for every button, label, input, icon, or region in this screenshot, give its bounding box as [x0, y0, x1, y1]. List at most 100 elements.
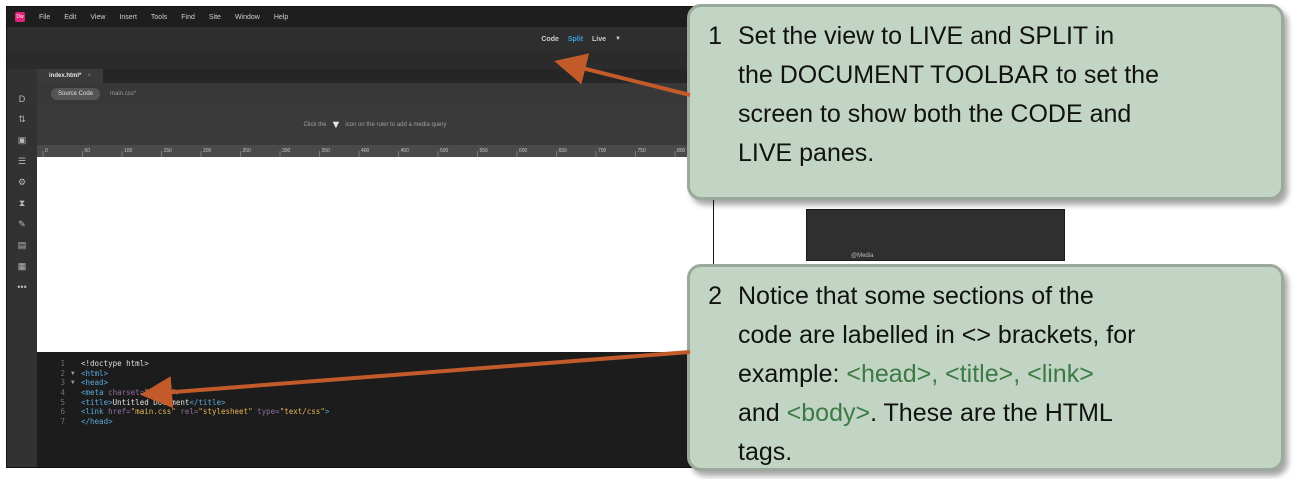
menu-file[interactable]: File — [39, 14, 50, 21]
main-css-link[interactable]: main.css* — [110, 91, 136, 97]
code-token: <link — [81, 407, 109, 417]
app-logo-icon: Dw — [15, 12, 25, 22]
tool-settings-icon[interactable]: ⚙ — [18, 177, 26, 188]
line-number: 7 — [60, 416, 65, 426]
menu-help[interactable]: Help — [274, 14, 288, 21]
code-token: <head> — [81, 378, 109, 388]
code-line[interactable]: 1 <!doctype html> — [37, 359, 713, 369]
body-tag-example: <body> — [786, 399, 871, 427]
step-line: screen to show both the CODE and — [738, 100, 1132, 128]
step-line: tags. — [738, 438, 793, 466]
menu-tools[interactable]: Tools — [151, 14, 167, 21]
menu-window[interactable]: Window — [235, 14, 260, 21]
ruler-tick-label: 350 — [322, 148, 331, 154]
line-number: 5 — [60, 397, 65, 407]
code-token: </head> — [81, 416, 113, 426]
ruler-tick-label: 300 — [282, 148, 291, 154]
tool-panel-icon[interactable]: ▤ — [18, 240, 27, 251]
media-query-hint-suffix: icon on the ruler to add a media query — [345, 122, 447, 128]
menu-site[interactable]: Site — [209, 14, 221, 21]
code-token: <!doctype html> — [81, 359, 149, 369]
code-text: <!doctype html> — [81, 359, 149, 368]
code-line[interactable]: 6 <link href="main.css" rel="stylesheet" … — [37, 407, 713, 417]
ruler-tick-label: 650 — [559, 148, 568, 154]
related-files-bar: Source Code main.css* — [37, 83, 713, 105]
more-tools-icon[interactable]: ••• — [17, 282, 26, 292]
menu-view[interactable]: View — [90, 14, 105, 21]
ruler-tick-label: 0 — [45, 148, 48, 154]
ruler-tick-label: 700 — [598, 148, 607, 154]
menu-insert[interactable]: Insert — [119, 14, 137, 21]
line-number: 4 — [60, 388, 65, 398]
code-view-button[interactable]: Code — [541, 36, 559, 43]
ruler-tick-label: 200 — [203, 148, 212, 154]
dreamweaver-window: Dw File Edit View Insert Tools Find Site… — [6, 6, 714, 468]
code-line[interactable]: 2 ▼ <html> — [37, 369, 713, 379]
callout-step-2: 2 Notice that some sections of the code … — [687, 264, 1284, 471]
tool-edit-icon[interactable]: ✎ — [18, 219, 26, 230]
step-text: Set the view to LIVE and SPLIT in the DO… — [738, 17, 1281, 197]
code-token: <html> — [81, 368, 109, 378]
line-number: 1 — [60, 359, 65, 369]
tool-files-icon[interactable]: D — [19, 94, 26, 104]
ruler-tick-label: 750 — [638, 148, 647, 154]
code-token: Untitled Document — [112, 397, 190, 407]
media-query-hint-prefix: Click the — [303, 122, 327, 128]
callout-step-1: 1 Set the view to LIVE and SPLIT in the … — [687, 4, 1284, 200]
ruler-tick-label: 600 — [519, 148, 528, 154]
code-token: "text/css" — [279, 407, 325, 417]
step-text-plain: . These are the HTML — [870, 399, 1113, 427]
ruler-tick-label: 400 — [361, 148, 370, 154]
code-text: </head> — [81, 417, 113, 426]
ruler-tick-label: 500 — [440, 148, 449, 154]
code-token: "utf-8" — [144, 388, 176, 398]
code-line[interactable]: 5 <title>Untitled Document</title> — [37, 397, 713, 407]
tool-format-icon[interactable]: ☰ — [18, 156, 26, 167]
live-view-button[interactable]: Live — [592, 36, 606, 43]
code-token: > — [324, 407, 330, 417]
tool-assets-icon[interactable]: ▣ — [18, 135, 27, 146]
code-view-pane[interactable]: 1 <!doctype html> 2 ▼ <html> 3 ▼ <head> 4 <meta c… — [37, 352, 713, 467]
code-token: "main.css" — [130, 407, 181, 417]
line-number: 6 — [60, 407, 65, 417]
menu-find[interactable]: Find — [181, 14, 195, 21]
step-line: the DOCUMENT TOOLBAR to set the — [738, 61, 1159, 89]
code-line[interactable]: 3 ▼ <head> — [37, 378, 713, 388]
line-number: 3 — [60, 378, 65, 388]
step-number: 2 — [708, 282, 722, 310]
ruler-tick-label: 450 — [401, 148, 410, 154]
step-text-plain: example: — [738, 360, 847, 388]
fold-toggle-icon[interactable]: ▼ — [71, 370, 81, 377]
split-view-button[interactable]: Split — [568, 36, 583, 43]
ruler-tick-label: 150 — [164, 148, 173, 154]
tab-index-html[interactable]: index.html* × — [37, 69, 103, 83]
tool-sort-icon[interactable]: ⇅ — [18, 114, 26, 125]
css-designer-panel: @Media — [806, 209, 1065, 261]
code-token: type= — [257, 407, 280, 417]
step-line: Notice that some sections of the — [738, 282, 1094, 310]
media-query-marker-icon: ▼ — [330, 119, 342, 131]
step-line: LIVE panes. — [738, 139, 875, 167]
media-panel-label: @Media — [851, 253, 874, 259]
code-token: </title> — [189, 397, 226, 407]
source-code-button[interactable]: Source Code — [51, 88, 101, 100]
live-dropdown-caret-icon[interactable]: ▼ — [615, 36, 621, 42]
code-line[interactable]: 7 </head> — [37, 417, 713, 427]
live-view-pane[interactable] — [37, 157, 713, 352]
menu-edit[interactable]: Edit — [64, 14, 76, 21]
ruler-tick-label: 550 — [480, 148, 489, 154]
step-number: 1 — [708, 22, 722, 50]
code-line[interactable]: 4 <meta charset="utf-8"> — [37, 388, 713, 398]
close-tab-icon[interactable]: × — [87, 73, 91, 79]
document-toolbar: Code Split Live ▼ — [7, 27, 713, 51]
code-token: "stylesheet" — [198, 407, 258, 417]
tool-snippets-icon[interactable]: ▦ — [18, 261, 27, 272]
tool-filter-icon[interactable]: ⧗ — [19, 198, 25, 209]
media-query-bar: Click the ▼ icon on the ruler to add a m… — [37, 105, 713, 145]
step-line: Set the view to LIVE and SPLIT in — [738, 22, 1115, 50]
code-token: href= — [108, 407, 131, 417]
fold-toggle-icon[interactable]: ▼ — [71, 379, 81, 386]
ruler[interactable]: 0 50 100 150 200 250 300 350 400 450 500 550 600 650 7… — [37, 145, 713, 157]
code-token: > — [175, 388, 181, 398]
code-token: <meta — [81, 388, 109, 398]
